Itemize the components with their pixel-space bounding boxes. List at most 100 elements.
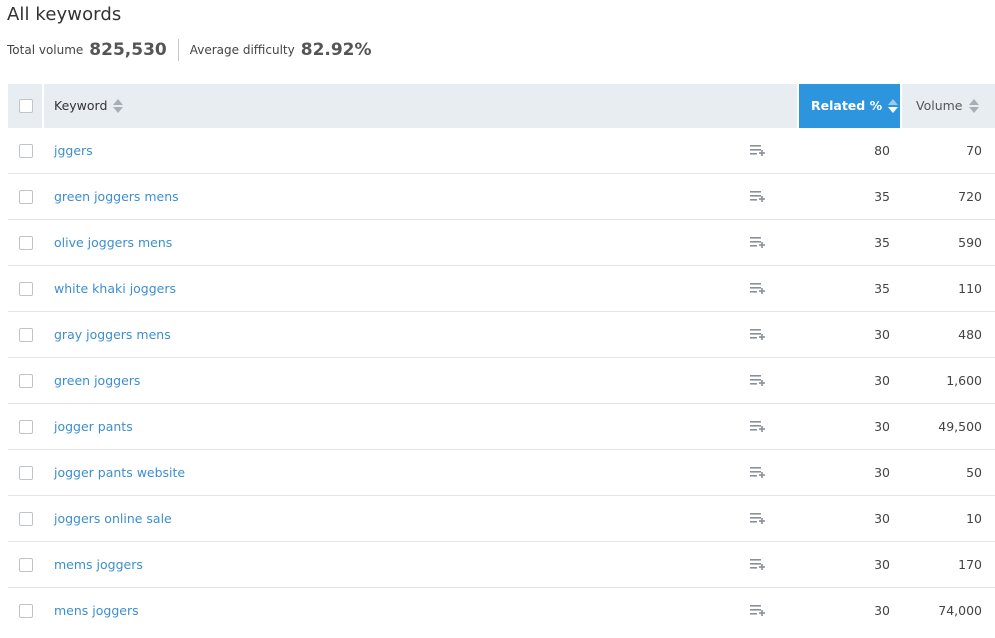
keyword-cell: jogger pants website <box>44 450 799 496</box>
row-checkbox-cell <box>8 128 44 174</box>
row-checkbox-cell <box>8 220 44 266</box>
related-cell: 30 <box>799 312 902 358</box>
row-checkbox[interactable] <box>19 419 33 434</box>
volume-cell: 1,600 <box>902 358 995 404</box>
row-checkbox-cell <box>8 174 44 220</box>
sort-icon[interactable] <box>113 98 124 114</box>
keyword-cell: jggers <box>44 128 799 174</box>
row-checkbox-cell <box>8 312 44 358</box>
related-cell: 30 <box>799 496 902 542</box>
volume-cell: 74,000 <box>938 603 982 618</box>
keyword-link[interactable]: mens joggers <box>54 603 139 618</box>
column-header-keyword[interactable]: Keyword <box>44 84 799 128</box>
summary-stats: Total volume 825,530 Average difficulty … <box>7 38 372 62</box>
table-row: green joggers mens 35 720 <box>8 174 995 220</box>
table-row: olive joggers mens 35 590 <box>8 220 995 266</box>
add-to-list-icon[interactable] <box>750 513 766 525</box>
keyword-link[interactable]: jggers <box>54 143 93 158</box>
keyword-link[interactable]: gray joggers mens <box>54 327 171 342</box>
related-header-label: Related % <box>811 97 883 113</box>
related-cell: 80 <box>799 128 902 174</box>
row-checkbox[interactable] <box>19 557 33 572</box>
add-to-list-icon[interactable] <box>750 559 766 571</box>
row-checkbox-cell <box>8 266 44 312</box>
keyword-cell: green joggers mens <box>44 174 799 220</box>
table-row: jogger pants website 30 50 <box>8 450 995 496</box>
related-cell: 30 <box>799 404 902 450</box>
row-checkbox-cell <box>8 404 44 450</box>
row-checkbox[interactable] <box>19 511 33 526</box>
row-checkbox-cell <box>8 358 44 404</box>
column-header-volume[interactable]: Volume <box>902 84 995 128</box>
table-row: white khaki joggers 35 110 <box>8 266 995 312</box>
keyword-header-label: Keyword <box>54 97 108 113</box>
keyword-cell: joggers online sale <box>44 496 799 542</box>
row-checkbox[interactable] <box>19 143 33 158</box>
add-to-list-icon[interactable] <box>750 467 766 479</box>
stats-divider <box>177 39 179 61</box>
related-cell: 35 <box>799 174 902 220</box>
add-to-list-icon[interactable] <box>750 283 766 295</box>
keyword-cell: mems joggers <box>44 542 799 588</box>
related-cell: 30 <box>799 450 902 496</box>
add-to-list-icon[interactable] <box>750 421 766 433</box>
column-header-related[interactable]: Related % <box>799 84 902 128</box>
row-checkbox[interactable] <box>19 281 33 296</box>
total-volume-value: 825,530 <box>89 40 167 60</box>
table-row: jggers 80 70 <box>8 128 995 174</box>
keywords-table: Keyword Related % Volume jggers 80 70 gr… <box>8 84 995 633</box>
add-to-list-icon[interactable] <box>750 605 766 617</box>
volume-cell: 70 <box>902 128 995 174</box>
volume-cell: 590 <box>902 220 995 266</box>
table-header-row: Keyword Related % Volume <box>8 84 995 128</box>
add-to-list-icon[interactable] <box>750 145 766 157</box>
row-checkbox[interactable] <box>19 235 33 250</box>
row-checkbox-cell <box>8 588 44 633</box>
keyword-link[interactable]: white khaki joggers <box>54 281 176 296</box>
volume-cell: 50 <box>902 450 995 496</box>
volume-header-label: Volume <box>916 97 963 113</box>
table-row: joggers online sale 30 10 <box>8 496 995 542</box>
add-to-list-icon[interactable] <box>750 237 766 249</box>
row-checkbox[interactable] <box>19 465 33 480</box>
keyword-link[interactable]: green joggers <box>54 373 140 388</box>
table-row: mens joggers 30 74,000 <box>8 588 995 633</box>
sort-icon[interactable] <box>968 98 979 114</box>
volume-cell: 10 <box>902 496 995 542</box>
table-row: green joggers 30 1,600 <box>8 358 995 404</box>
volume-cell: 480 <box>902 312 995 358</box>
keyword-cell: gray joggers mens <box>44 312 799 358</box>
table-row: jogger pants 30 49,500 <box>8 404 995 450</box>
keyword-cell: jogger pants <box>44 404 799 450</box>
keyword-cell: olive joggers mens <box>44 220 799 266</box>
average-difficulty-value: 82.92% <box>300 40 372 60</box>
table-row: mems joggers 30 170 <box>8 542 995 588</box>
total-volume-label: Total volume <box>7 43 84 57</box>
volume-cell: 720 <box>902 174 995 220</box>
add-to-list-icon[interactable] <box>750 191 766 203</box>
row-checkbox[interactable] <box>19 327 33 342</box>
keyword-cell: mens joggers <box>44 588 799 633</box>
select-all-checkbox[interactable] <box>19 99 33 113</box>
keyword-link[interactable]: green joggers mens <box>54 189 179 204</box>
keyword-cell: white khaki joggers <box>44 266 799 312</box>
add-to-list-icon[interactable] <box>750 329 766 341</box>
volume-cell: 170 <box>902 542 995 588</box>
sort-icon[interactable] <box>888 98 899 114</box>
volume-cell: 110 <box>902 266 995 312</box>
keyword-link[interactable]: olive joggers mens <box>54 235 172 250</box>
add-to-list-icon[interactable] <box>750 375 766 387</box>
keyword-link[interactable]: jogger pants website <box>54 465 185 480</box>
row-checkbox[interactable] <box>19 603 33 618</box>
keyword-link[interactable]: jogger pants <box>54 419 133 434</box>
related-cell: 30 <box>874 603 890 618</box>
row-checkbox[interactable] <box>19 189 33 204</box>
row-checkbox[interactable] <box>19 373 33 388</box>
related-cell: 30 <box>799 358 902 404</box>
related-cell: 35 <box>799 266 902 312</box>
row-checkbox-cell <box>8 496 44 542</box>
keyword-link[interactable]: mems joggers <box>54 557 143 572</box>
keyword-link[interactable]: joggers online sale <box>54 511 172 526</box>
keyword-cell: green joggers <box>44 358 799 404</box>
page-title: All keywords <box>7 4 122 25</box>
